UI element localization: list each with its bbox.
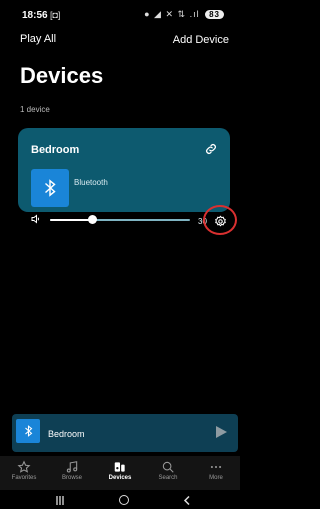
speaker-icon	[114, 462, 125, 472]
more-dots-icon	[210, 465, 222, 469]
star-icon	[17, 460, 31, 473]
bluetooth-icon	[24, 425, 32, 437]
status-bar: 18:56 [◘] ● ◢ ✕ ⇅ .ıl 83	[0, 0, 240, 30]
tab-label: More	[209, 475, 223, 481]
add-device-button[interactable]: Add Device	[173, 34, 229, 46]
tab-more[interactable]: More	[192, 456, 240, 490]
status-time: 18:56	[22, 10, 48, 21]
device-count: 1 device	[20, 105, 50, 114]
tab-label: Browse	[61, 475, 82, 481]
tab-devices[interactable]: Devices	[96, 456, 144, 490]
cast-icon: [◘]	[50, 10, 61, 20]
page-title: Devices	[20, 63, 104, 88]
tab-label: Devices	[108, 475, 132, 481]
now-playing-bar[interactable]: Bedroom	[12, 414, 238, 452]
tab-browse[interactable]: Browse	[48, 456, 96, 490]
home-icon[interactable]	[119, 495, 129, 505]
tab-search[interactable]: Search	[144, 456, 192, 490]
volume-icon	[31, 214, 40, 224]
music-note-icon	[66, 461, 78, 473]
back-icon[interactable]	[183, 496, 191, 505]
battery-icon: 83	[205, 10, 224, 19]
signal-icons: ● ◢ ✕ ⇅ .ıl	[144, 9, 200, 19]
source-label: Bluetooth	[74, 178, 108, 187]
now-playing-label: Bedroom	[48, 429, 85, 439]
play-icon[interactable]	[214, 425, 228, 439]
status-icons: ● ◢ ✕ ⇅ .ıl 83	[144, 9, 224, 20]
search-icon	[162, 461, 174, 473]
tab-label: Search	[158, 475, 178, 481]
tab-label: Favorites	[11, 475, 37, 481]
play-all-button[interactable]: Play All	[20, 33, 56, 45]
tab-favorites[interactable]: Favorites	[0, 456, 48, 490]
room-name: Bedroom	[31, 144, 80, 156]
highlight-ring	[203, 205, 237, 235]
volume-slider-fill	[50, 219, 92, 221]
link-icon[interactable]	[204, 142, 218, 156]
recents-icon[interactable]	[55, 496, 65, 505]
now-playing-thumbnail	[16, 419, 40, 443]
device-card[interactable]: Bedroom Bluetooth 30	[18, 128, 237, 235]
volume-slider-handle[interactable]	[87, 215, 97, 224]
bottom-nav: Favorites Browse Devices Search More	[0, 456, 240, 490]
bluetooth-thumbnail	[31, 169, 69, 207]
bluetooth-icon	[45, 179, 56, 197]
